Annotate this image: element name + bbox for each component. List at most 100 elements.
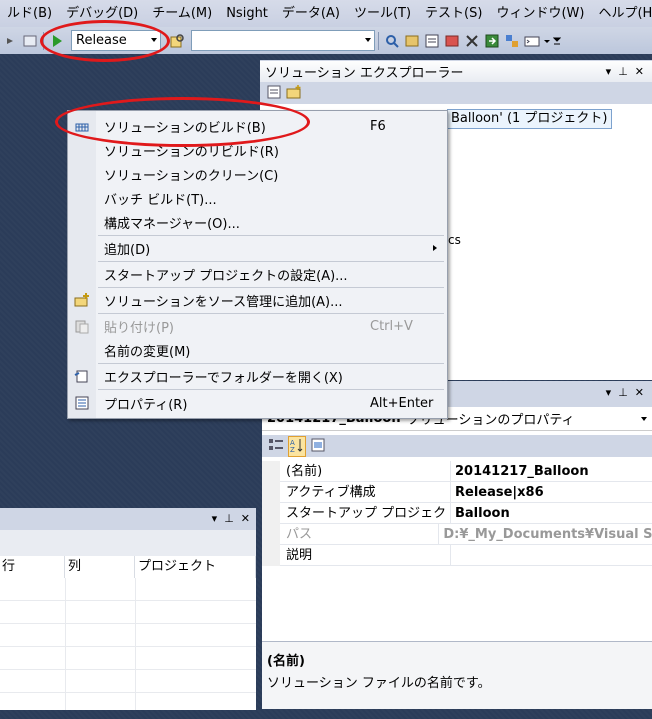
submenu-arrow-icon — [433, 245, 437, 251]
toolbar-separator — [378, 31, 379, 50]
properties-icon[interactable] — [266, 84, 282, 103]
menu-team[interactable]: チーム(M) — [145, 0, 219, 27]
error-list-panel: ▾ ⊥ ✕ 行 列 プロジェクト — [0, 508, 256, 710]
chevron-down-icon[interactable] — [542, 31, 552, 51]
properties-window-icon[interactable] — [422, 31, 442, 51]
property-value: Balloon — [455, 506, 510, 521]
property-value: 20141217_Balloon — [455, 464, 589, 479]
menu-help[interactable]: ヘルプ(H) — [591, 0, 652, 27]
property-row[interactable]: 説明 — [262, 545, 652, 566]
panel-menu-icon[interactable]: ▾ — [606, 386, 612, 399]
table-row — [0, 624, 256, 647]
menu-bar: ルド(B) デバッグ(D) チーム(M) Nsight データ(A) ツール(T… — [0, 0, 652, 27]
property-value — [451, 545, 455, 565]
platform-combo[interactable] — [191, 30, 375, 51]
find-in-files-icon[interactable] — [167, 31, 187, 51]
property-row[interactable]: アクティブ構成 Release|x86 — [262, 482, 652, 503]
close-icon[interactable]: ✕ — [635, 65, 644, 78]
categorized-icon[interactable] — [268, 437, 284, 456]
table-row — [0, 578, 256, 601]
properties-toolbar: AZ — [262, 435, 652, 457]
find-icon[interactable] — [382, 31, 402, 51]
grid-line — [135, 578, 136, 710]
close-icon[interactable]: ✕ — [241, 512, 250, 525]
menu-item-clean-solution[interactable]: ソリューションのクリーン(C) — [68, 162, 447, 186]
extension-manager-icon[interactable] — [502, 31, 522, 51]
grid-line — [65, 578, 66, 710]
menu-build[interactable]: ルド(B) — [0, 0, 59, 27]
svg-text:Z: Z — [290, 446, 295, 453]
column-header-column[interactable]: 列 — [66, 556, 135, 578]
solution-config-value: Release — [76, 33, 127, 48]
menu-item-paste[interactable]: 貼り付け(P) Ctrl+V — [68, 314, 447, 338]
property-name: スタートアップ プロジェクト — [262, 503, 451, 523]
toolbox-icon[interactable] — [462, 31, 482, 51]
menu-item-rename[interactable]: 名前の変更(M) — [68, 338, 447, 362]
toolbar-separator — [43, 31, 44, 50]
menu-item-open-folder-in-explorer[interactable]: エクスプローラーでフォルダーを開く(X) — [68, 364, 447, 388]
panel-menu-icon[interactable]: ▾ — [212, 512, 218, 525]
property-name: アクティブ構成 — [262, 482, 451, 502]
property-name: (名前) — [262, 461, 451, 481]
column-header-project[interactable]: プロジェクト — [136, 556, 256, 578]
property-value: Release|x86 — [455, 485, 544, 500]
close-icon[interactable]: ✕ — [635, 386, 644, 399]
menu-debug[interactable]: デバッグ(D) — [59, 0, 145, 27]
table-row — [0, 601, 256, 624]
solution-explorer-icon[interactable] — [402, 31, 422, 51]
menu-item-set-startup-projects[interactable]: スタートアップ プロジェクトの設定(A)... — [68, 262, 447, 286]
menu-tools[interactable]: ツール(T) — [347, 0, 418, 27]
command-window-icon[interactable] — [522, 31, 542, 51]
menu-item-add-to-source-control[interactable]: ソリューションをソース管理に追加(A)... — [68, 288, 447, 312]
description-title: (名前) — [267, 654, 305, 669]
property-name: パス — [262, 524, 440, 544]
solution-config-combo[interactable]: Release — [71, 30, 161, 51]
new-folder-icon[interactable] — [286, 84, 302, 103]
property-row[interactable]: スタートアップ プロジェクト Balloon — [262, 503, 652, 524]
menu-data[interactable]: データ(A) — [275, 0, 347, 27]
error-list-title-bar: ▾ ⊥ ✕ — [0, 508, 256, 530]
object-browser-icon[interactable] — [442, 31, 462, 51]
panel-menu-icon[interactable]: ▾ — [606, 65, 612, 78]
start-debug-icon[interactable] — [47, 31, 67, 51]
menu-item-configuration-manager[interactable]: 構成マネージャー(O)... — [68, 210, 447, 234]
menu-nsight[interactable]: Nsight — [219, 0, 275, 27]
menu-separator — [98, 389, 444, 390]
menu-item-rebuild-solution[interactable]: ソリューションのリビルド(R) — [68, 138, 447, 162]
pin-icon[interactable]: ⊥ — [224, 512, 234, 525]
context-menu: ソリューションのビルド(B) F6 ソリューションのリビルド(R) ソリューショ… — [67, 110, 448, 419]
paste-icon — [74, 318, 90, 334]
property-row[interactable]: (名前) 20141217_Balloon — [262, 461, 652, 482]
alphabetical-icon[interactable]: AZ — [288, 435, 306, 457]
property-value: D:¥_My_Documents¥Visual Stu — [443, 527, 652, 542]
property-grid: (名前) 20141217_Balloon アクティブ構成 Release|x8… — [262, 461, 652, 641]
menu-item-build-solution[interactable]: ソリューションのビルド(B) F6 — [68, 114, 447, 138]
toolbar: Release — [0, 27, 652, 54]
table-row — [0, 670, 256, 693]
solution-explorer-title: ソリューション エクスプローラー — [265, 66, 464, 81]
build-icon — [74, 118, 90, 134]
toolbar-dock-icon[interactable] — [20, 31, 40, 51]
table-row — [0, 647, 256, 670]
menu-item-add[interactable]: 追加(D) — [68, 236, 447, 260]
chevron-down-icon — [151, 38, 157, 42]
menu-window[interactable]: ウィンドウ(W) — [489, 0, 591, 27]
property-name: 説明 — [262, 545, 451, 565]
toolbar-overflow-icon[interactable] — [552, 31, 562, 51]
menu-item-batch-build[interactable]: バッチ ビルド(T)... — [68, 186, 447, 210]
solution-node[interactable]: Balloon' (1 プロジェクト) — [447, 109, 612, 129]
properties-panel: ▾ ⊥ ✕ 20141217_Balloon ソリューションのプロパティ AZ … — [262, 381, 652, 709]
column-header-line[interactable]: 行 — [0, 556, 65, 578]
pin-icon[interactable]: ⊥ — [618, 65, 628, 78]
pin-icon[interactable]: ⊥ — [618, 386, 628, 399]
property-row[interactable]: パス D:¥_My_Documents¥Visual Stu — [262, 524, 652, 545]
toolbar-arrow-icon[interactable] — [0, 31, 20, 51]
property-pages-icon[interactable] — [310, 437, 326, 456]
tree-item-fragment[interactable]: cs — [448, 233, 461, 247]
source-control-icon — [74, 292, 90, 308]
menu-test[interactable]: テスト(S) — [418, 0, 489, 27]
menu-item-properties[interactable]: プロパティ(R) Alt+Enter — [68, 391, 447, 415]
chevron-down-icon — [365, 38, 371, 42]
start-page-icon[interactable] — [482, 31, 502, 51]
property-description: (名前) ソリューション ファイルの名前です。 — [262, 641, 652, 709]
